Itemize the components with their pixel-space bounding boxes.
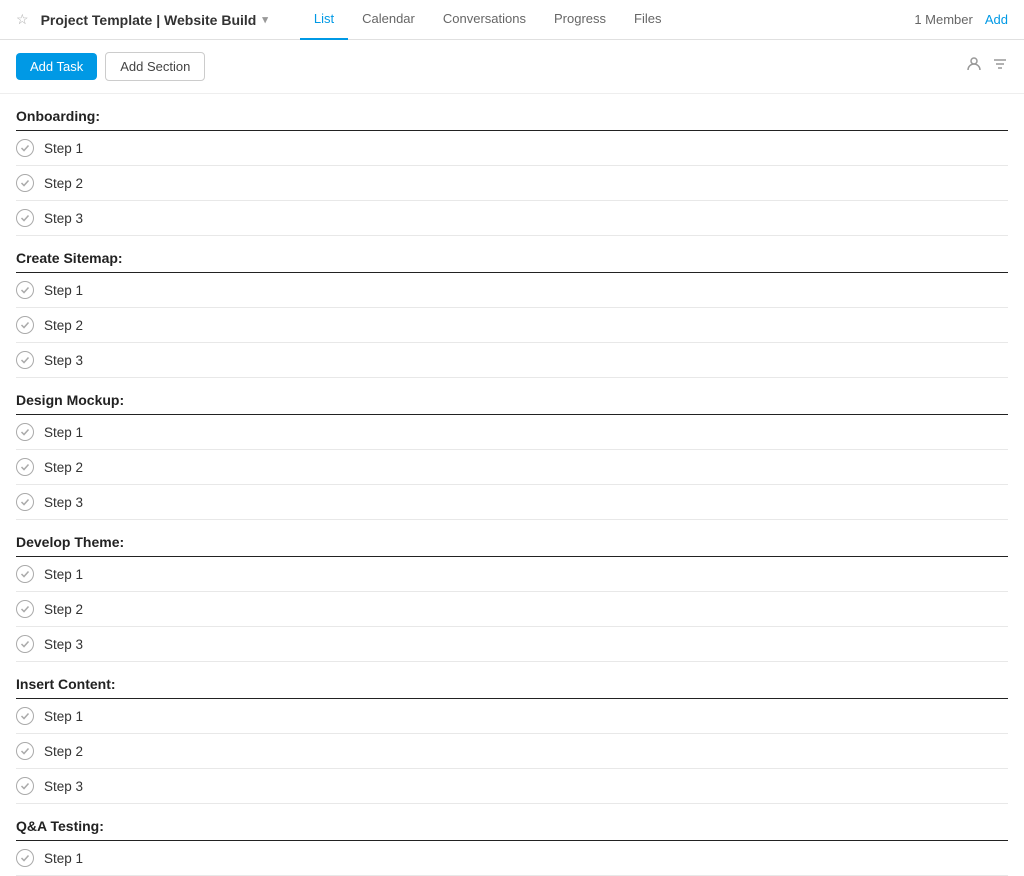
app-header: ☆ Project Template | Website Build ▾ Lis… [0,0,1024,40]
person-icon[interactable] [966,56,982,77]
add-task-button[interactable]: Add Task [16,53,97,80]
task-checkbox[interactable] [16,458,34,476]
task-name: Step 3 [44,637,83,652]
task-checkbox[interactable] [16,600,34,618]
task-checkbox[interactable] [16,777,34,795]
task-item: Step 1 [16,557,1008,592]
task-item: Step 1 [16,273,1008,308]
section-header: Q&A Testing: [16,804,1008,841]
task-item: Step 1 [16,841,1008,876]
section-header: Onboarding: [16,94,1008,131]
tab-progress[interactable]: Progress [540,0,620,40]
header-right: 1 Member Add [914,12,1008,27]
add-button[interactable]: Add [985,12,1008,27]
task-item: Step 3 [16,485,1008,520]
task-name: Step 1 [44,283,83,298]
tab-files[interactable]: Files [620,0,675,40]
task-checkbox[interactable] [16,351,34,369]
app-container: ☆ Project Template | Website Build ▾ Lis… [0,0,1024,876]
task-name: Step 3 [44,211,83,226]
task-list: Onboarding: Step 1 Step 2 Step 3 Create Site… [0,94,1024,876]
task-checkbox[interactable] [16,316,34,334]
task-name: Step 1 [44,141,83,156]
task-checkbox[interactable] [16,493,34,511]
task-name: Step 3 [44,353,83,368]
task-item: Step 1 [16,131,1008,166]
toolbar-left: Add Task Add Section [16,52,205,81]
chevron-down-icon: ▾ [262,13,268,26]
toolbar-right [966,56,1008,77]
task-checkbox[interactable] [16,281,34,299]
task-checkbox[interactable] [16,565,34,583]
task-name: Step 1 [44,851,83,866]
task-checkbox[interactable] [16,174,34,192]
project-title: Project Template | Website Build ▾ [41,12,268,28]
task-checkbox[interactable] [16,849,34,867]
task-name: Step 2 [44,318,83,333]
task-name: Step 2 [44,460,83,475]
member-count: 1 Member [914,12,973,27]
task-item: Step 3 [16,769,1008,804]
task-checkbox[interactable] [16,707,34,725]
task-checkbox[interactable] [16,139,34,157]
task-name: Step 3 [44,779,83,794]
task-item: Step 3 [16,627,1008,662]
task-item: Step 1 [16,699,1008,734]
task-name: Step 1 [44,425,83,440]
star-icon[interactable]: ☆ [16,11,29,28]
toolbar: Add Task Add Section [0,40,1024,94]
nav-tabs: ListCalendarConversationsProgressFiles [300,0,902,40]
main-content: Add Task Add Section Onboarding: [0,40,1024,876]
task-name: Step 3 [44,495,83,510]
task-item: Step 2 [16,592,1008,627]
task-name: Step 2 [44,744,83,759]
task-item: Step 3 [16,201,1008,236]
section-header: Insert Content: [16,662,1008,699]
task-item: Step 3 [16,343,1008,378]
task-item: Step 2 [16,734,1008,769]
task-name: Step 1 [44,567,83,582]
task-checkbox[interactable] [16,209,34,227]
project-title-text: Project Template | Website Build [41,12,257,28]
section-header: Develop Theme: [16,520,1008,557]
task-checkbox[interactable] [16,423,34,441]
section-header: Create Sitemap: [16,236,1008,273]
task-item: Step 2 [16,308,1008,343]
task-checkbox[interactable] [16,635,34,653]
task-name: Step 1 [44,709,83,724]
task-checkbox[interactable] [16,742,34,760]
task-name: Step 2 [44,176,83,191]
task-item: Step 1 [16,415,1008,450]
tab-calendar[interactable]: Calendar [348,0,429,40]
section-header: Design Mockup: [16,378,1008,415]
add-section-button[interactable]: Add Section [105,52,205,81]
task-name: Step 2 [44,602,83,617]
tab-conversations[interactable]: Conversations [429,0,540,40]
filter-icon[interactable] [992,56,1008,77]
task-item: Step 2 [16,166,1008,201]
tab-list[interactable]: List [300,0,348,40]
task-item: Step 2 [16,450,1008,485]
